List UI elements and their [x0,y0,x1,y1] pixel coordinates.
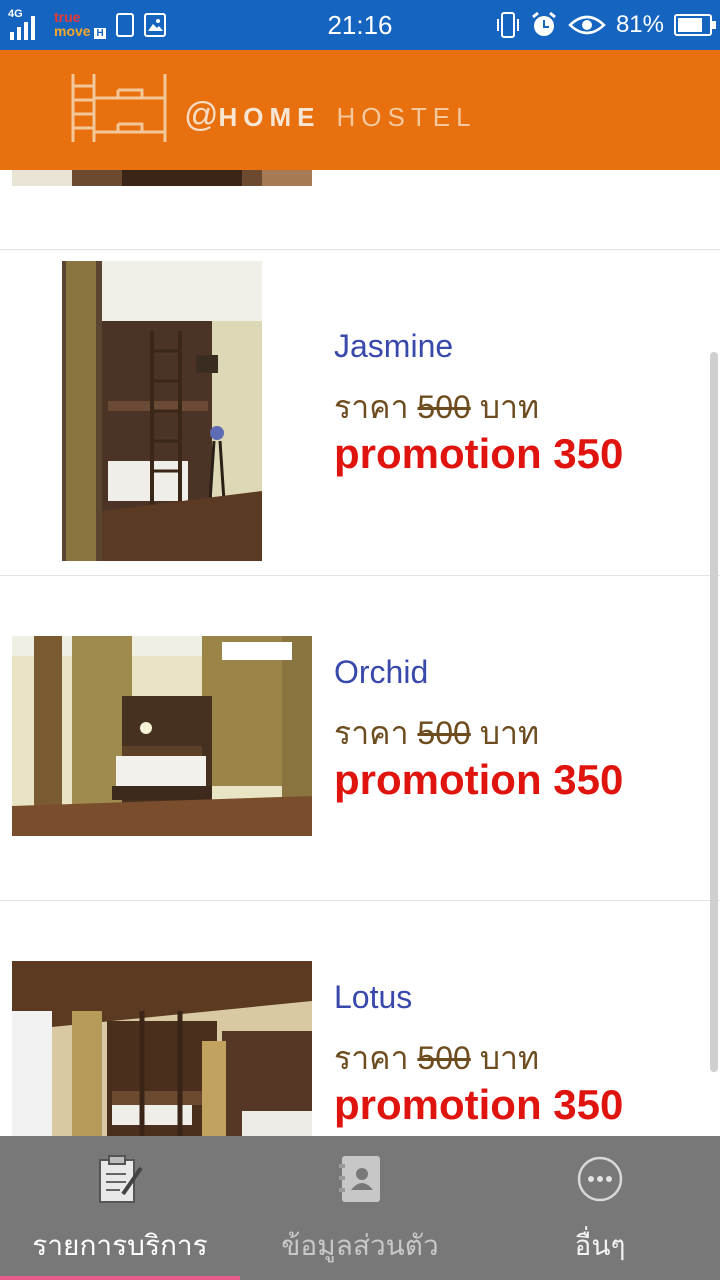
room-promotion: promotion 350 [334,430,624,477]
room-item[interactable]: Jasmine ราคา 500 บาท promotion 350 [0,250,720,576]
tab-services-label: รายการบริการ [32,1230,208,1261]
eye-icon [568,15,606,35]
app-screen: 4G true move H 21:16 81% @HOME HOSTEL Ja… [0,0,720,1280]
price-old: 500 [417,1040,471,1076]
room-photo-jasmine[interactable] [62,261,262,561]
bottom-navigation: รายการบริการ ข้อมูลส่วนตัว อื่นๆ [0,1136,720,1280]
room-name[interactable]: Jasmine [334,328,453,365]
room-item[interactable]: Lotus ราคา 500 บาท promotion 350 [0,901,720,1136]
price-unit: บาท [479,1040,540,1076]
tab-more[interactable]: อื่นๆ [480,1136,720,1280]
room-price: ราคา 500 บาท [334,708,539,759]
room-name[interactable]: Orchid [334,654,428,691]
logo-hostel: HOSTEL [336,102,477,132]
battery-percent: 81% [615,11,664,38]
status-right: 81% [496,0,716,50]
contact-book-icon [339,1156,380,1202]
room-promotion: promotion 350 [334,756,624,803]
room-photo-lotus[interactable] [12,961,312,1136]
more-icon [577,1156,623,1202]
list-scrollbar[interactable] [710,352,718,1072]
tab-services[interactable]: รายการบริการ [0,1136,240,1280]
logo-at: @ [184,96,219,134]
price-old: 500 [417,389,471,425]
price-prefix: ราคา [334,389,409,425]
battery-icon [674,14,716,36]
room-item[interactable]: Orchid ราคา 500 บาท promotion 350 [0,576,720,901]
room-name[interactable]: Lotus [334,979,412,1016]
room-promotion: promotion 350 [334,1081,624,1128]
vibrate-icon [496,12,519,38]
app-header: @HOME HOSTEL [0,50,720,170]
alarm-icon [532,11,556,36]
tab-more-label: อื่นๆ [574,1230,626,1261]
price-unit: บาท [479,715,540,751]
price-old: 500 [417,715,471,751]
hostel-logo-text: @HOME HOSTEL [184,96,477,135]
price-prefix: ราคา [334,1040,409,1076]
room-photo-orchid[interactable] [12,636,312,836]
logo-home: HOME [218,102,321,132]
tab-profile[interactable]: ข้อมูลส่วนตัว [240,1136,480,1280]
room-item-partial[interactable] [0,170,720,250]
tab-profile-label: ข้อมูลส่วนตัว [281,1230,439,1261]
room-list[interactable]: Jasmine ราคา 500 บาท promotion 350 Orchi… [0,170,720,1136]
status-bar: 4G true move H 21:16 81% [0,0,720,50]
price-unit: บาท [479,389,540,425]
bunk-bed-logo-icon [71,74,167,142]
checklist-icon [99,1155,143,1203]
room-price: ราคา 500 บาท [334,382,539,433]
room-photo-partial [12,170,312,186]
room-price: ราคา 500 บาท [334,1033,539,1084]
price-prefix: ราคา [334,715,409,751]
